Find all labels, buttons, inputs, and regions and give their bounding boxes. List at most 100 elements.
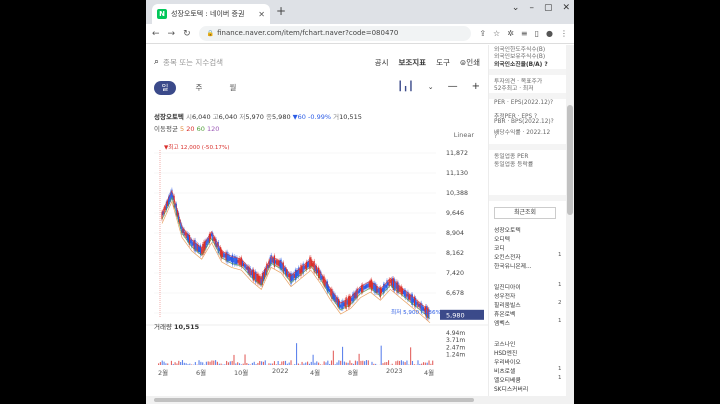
recent-item[interactable]: 한국유니온제... xyxy=(494,261,532,270)
reload-icon[interactable]: ↻ xyxy=(183,29,191,39)
min-price-marker: 최저 5,900 (1.36%) xyxy=(391,308,443,316)
chevron-down-icon[interactable]: ⌄ xyxy=(512,3,520,13)
volume-bar xyxy=(343,361,345,365)
ma-60[interactable]: 60 xyxy=(197,125,205,133)
reading-list-icon[interactable]: ≡ xyxy=(521,29,528,38)
candle xyxy=(218,248,220,252)
recent-views-header[interactable]: 최근조회 xyxy=(494,207,556,219)
horizontal-scrollbar[interactable] xyxy=(146,396,574,404)
recent-item[interactable]: 휴온로벡 xyxy=(494,309,515,318)
candle xyxy=(250,271,252,276)
forward-icon[interactable]: → xyxy=(168,29,176,39)
close-tab-icon[interactable]: ✕ xyxy=(258,10,265,19)
y-tick-label: 11,130 xyxy=(446,170,468,177)
new-tab-button[interactable]: + xyxy=(276,4,286,18)
sidepanel-icon[interactable]: ▯ xyxy=(535,29,539,38)
candle xyxy=(229,257,231,261)
menu-indicators[interactable]: 보조지표 xyxy=(398,57,426,68)
period-week-button[interactable]: 주 xyxy=(188,81,210,95)
recent-item[interactable]: SK디스커버리 xyxy=(494,384,528,393)
back-icon[interactable]: ← xyxy=(152,29,160,39)
menu-print[interactable]: ⊜인쇄 xyxy=(460,57,480,68)
moving-average-legend: 이동평균 5 20 60 120 xyxy=(154,125,220,133)
sidebar-row[interactable]: 외국인소진율(B/A) ? xyxy=(494,59,548,68)
menu-icon[interactable]: ⋮ xyxy=(560,29,568,38)
recent-item[interactable]: HSD엔진 xyxy=(494,348,517,357)
search-icon[interactable]: ⌕ xyxy=(154,57,159,67)
zoom-out-icon[interactable]: — xyxy=(448,81,458,92)
recent-item[interactable]: 엠벡스 xyxy=(494,318,510,327)
menu-disclosure[interactable]: 공시 xyxy=(375,57,389,68)
volume-bar xyxy=(297,363,299,365)
candle xyxy=(235,257,237,264)
chevron-down-icon[interactable]: ⌄ xyxy=(428,83,434,91)
sidebar-row: 동일업종 등락률 xyxy=(494,162,534,168)
candle xyxy=(359,287,362,292)
browser-window: N 성장오토텍 : 네이버 증권 ✕ + ⌄ – ▢ ✕ ← → ↻ 🔒 fina… xyxy=(146,0,574,404)
close-window-icon[interactable]: ✕ xyxy=(562,3,570,13)
volume-bar xyxy=(365,360,368,365)
ma-20[interactable]: 20 xyxy=(186,125,194,133)
recent-item[interactable]: 코디 xyxy=(494,243,505,252)
volume-bar xyxy=(170,360,172,365)
recent-item[interactable]: 성장오토텍 xyxy=(494,225,521,234)
zoom-in-icon[interactable]: + xyxy=(472,81,480,92)
minimize-icon[interactable]: – xyxy=(529,3,534,13)
candlestick-icon[interactable]: ┃╻┃ xyxy=(397,82,413,92)
volume-bar xyxy=(386,362,388,365)
puzzle-icon[interactable]: ✲ xyxy=(507,29,514,38)
current-price-label: 5,980 xyxy=(446,311,465,319)
recent-item[interactable]: 성우전자 xyxy=(494,291,515,300)
recent-item[interactable]: 오킨스전자 xyxy=(494,252,521,261)
volume-bar xyxy=(200,361,202,365)
recent-item[interactable]: 힐리움빌스 xyxy=(494,300,521,309)
volume-bar xyxy=(318,362,320,365)
vertical-scrollbar[interactable] xyxy=(566,45,574,396)
volume-bar xyxy=(220,363,222,365)
candle xyxy=(241,260,244,267)
period-month-button[interactable]: 월 xyxy=(222,81,244,95)
share-icon[interactable]: ⇪ xyxy=(479,29,486,38)
recent-item[interactable]: 비츠로셀 xyxy=(494,366,515,375)
candle xyxy=(184,231,186,236)
volume-bar xyxy=(336,362,338,365)
url-field[interactable]: 🔒 finance.naver.com/item/fchart.naver?cod… xyxy=(198,26,472,41)
volume-bar xyxy=(332,350,334,365)
scale-mode-dropdown[interactable]: Linear xyxy=(454,131,474,139)
period-day-button[interactable]: 일 xyxy=(154,81,176,95)
volume-bar xyxy=(404,362,406,365)
volume-bar xyxy=(338,360,340,365)
volume-bar xyxy=(213,360,215,365)
volume-bar xyxy=(235,363,237,365)
menu-tools[interactable]: 도구 xyxy=(436,57,450,68)
price-chart[interactable]: 11,872 11,130 10,388 9,646 8,904 8,162 7,420 6,… xyxy=(146,141,488,371)
maximize-icon[interactable]: ▢ xyxy=(544,3,553,13)
recent-item[interactable]: 우리바이오 xyxy=(494,357,521,366)
browser-tab[interactable]: N 성장오토텍 : 네이버 증권 ✕ xyxy=(152,4,270,24)
recent-item[interactable]: 코스나인 xyxy=(494,339,515,348)
profile-icon[interactable]: ● xyxy=(546,29,553,38)
recent-item[interactable]: 일진디아이 xyxy=(494,282,521,291)
volume-bar xyxy=(349,360,351,365)
recent-item[interactable]: 오디텍 xyxy=(494,234,510,243)
ma-120[interactable]: 120 xyxy=(207,125,219,133)
volume-bar xyxy=(178,360,180,365)
scroll-thumb[interactable] xyxy=(567,105,573,215)
candle xyxy=(365,284,367,289)
ma-5[interactable]: 5 xyxy=(180,125,184,133)
volume-bar xyxy=(382,363,384,365)
volume-bar xyxy=(158,363,160,365)
candle xyxy=(357,290,359,294)
candle xyxy=(224,253,226,258)
star-icon[interactable]: ☆ xyxy=(493,29,500,38)
volume-bar xyxy=(397,360,399,365)
candle xyxy=(230,256,233,262)
volume-bar xyxy=(303,363,305,365)
volume-bar xyxy=(406,360,408,365)
search-input[interactable]: 종목 또는 지수검색 xyxy=(163,57,375,68)
volume-bar xyxy=(364,361,366,365)
scroll-thumb[interactable] xyxy=(154,398,474,402)
candle xyxy=(418,303,420,307)
candle xyxy=(316,269,319,274)
recent-item[interactable]: 엘오티베큠 xyxy=(494,375,521,384)
